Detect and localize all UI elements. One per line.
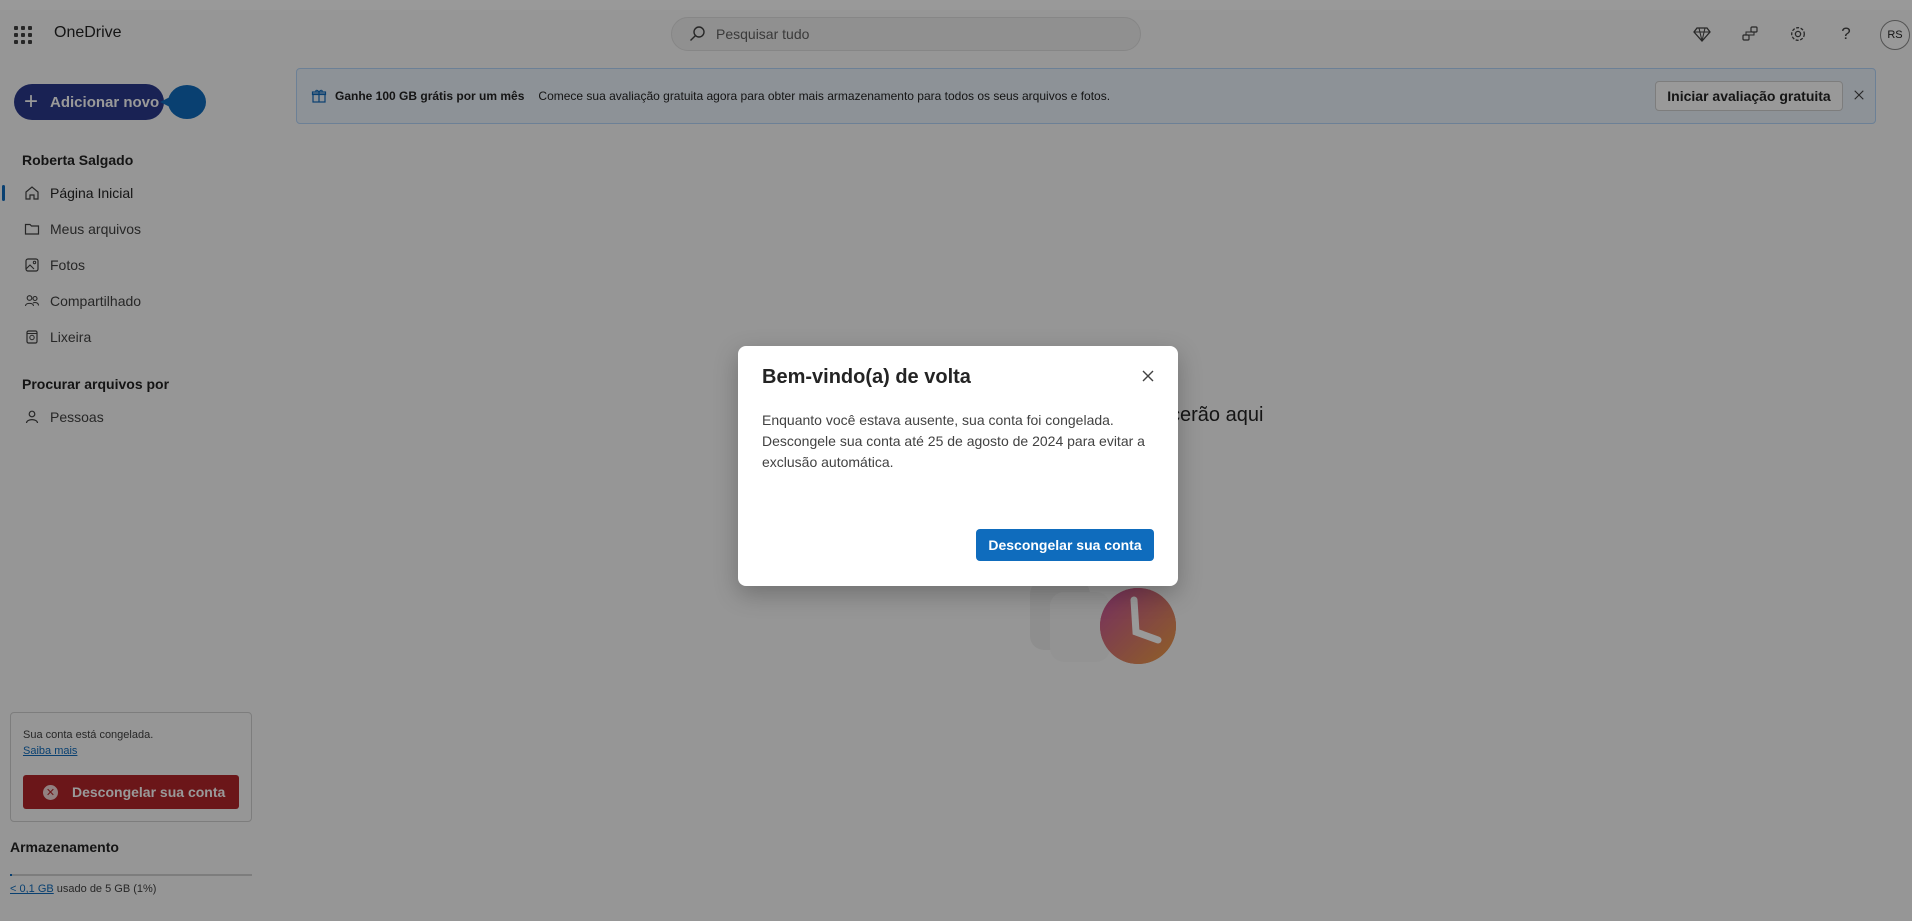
dialog-title: Bem-vindo(a) de volta xyxy=(762,366,971,388)
unfreeze-account-button[interactable]: Descongelar sua conta xyxy=(976,529,1154,561)
welcome-back-dialog: Bem-vindo(a) de volta Enquanto você esta… xyxy=(738,346,1178,586)
close-icon[interactable] xyxy=(1138,366,1158,386)
dialog-body: Enquanto você estava ausente, sua conta … xyxy=(762,412,1145,470)
